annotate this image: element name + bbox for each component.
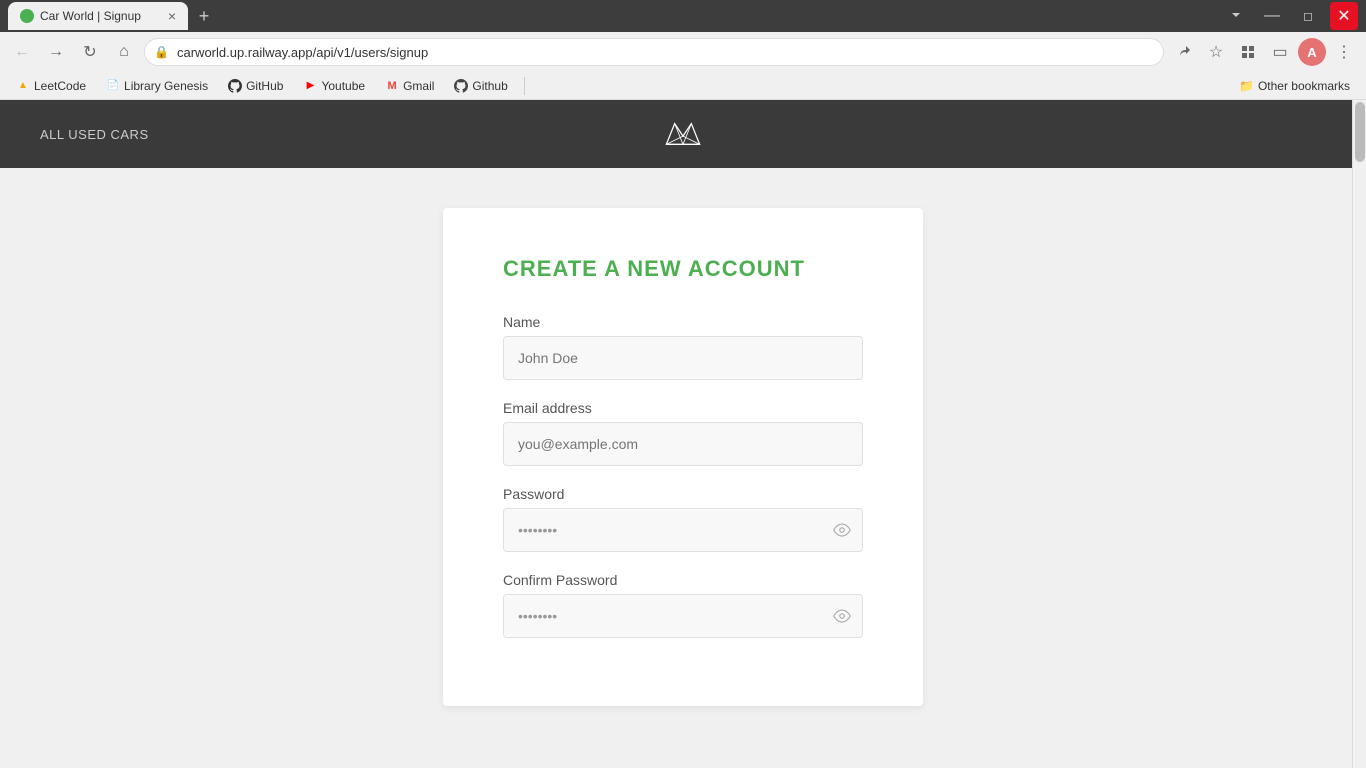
github-favicon bbox=[228, 79, 242, 93]
toolbar-icons: ☆ ▭ A ⋮ bbox=[1170, 38, 1358, 66]
email-field-group: Email address bbox=[503, 400, 863, 466]
signup-form-card: CREATE A NEW ACCOUNT Name Email address … bbox=[443, 208, 923, 706]
bookmark-leetcode[interactable]: ▲ LeetCode bbox=[8, 77, 94, 95]
bookmark-leetcode-label: LeetCode bbox=[34, 79, 86, 93]
app-header: ALL USED CARS bbox=[0, 100, 1366, 168]
maximize-button[interactable]: ◻ bbox=[1294, 2, 1322, 30]
lock-icon: 🔒 bbox=[154, 45, 169, 59]
scrollbar[interactable] bbox=[1352, 100, 1366, 768]
other-bookmarks-icon: 📁 bbox=[1239, 79, 1254, 93]
password-input[interactable] bbox=[503, 508, 863, 552]
name-field-group: Name bbox=[503, 314, 863, 380]
bookmark-github[interactable]: GitHub bbox=[220, 77, 291, 95]
password-field-group: Password bbox=[503, 486, 863, 552]
other-bookmarks-label: Other bookmarks bbox=[1258, 79, 1350, 93]
scrollbar-thumb[interactable] bbox=[1355, 102, 1365, 162]
eye-icon bbox=[833, 521, 851, 539]
bookmark-github2-label: Github bbox=[472, 79, 507, 93]
bookmark-library-genesis-label: Library Genesis bbox=[124, 79, 208, 93]
confirm-password-toggle-button[interactable] bbox=[833, 607, 851, 625]
password-toggle-button[interactable] bbox=[833, 521, 851, 539]
confirm-password-wrapper bbox=[503, 594, 863, 638]
extensions-button[interactable] bbox=[1234, 38, 1262, 66]
app-logo bbox=[658, 114, 708, 154]
password-wrapper bbox=[503, 508, 863, 552]
crown-logo-svg bbox=[658, 114, 708, 154]
bookmark-youtube-label: Youtube bbox=[321, 79, 365, 93]
address-bar-row: ← → ↻ ⌂ 🔒 ☆ ▭ A ⋮ bbox=[0, 32, 1366, 72]
github2-favicon bbox=[454, 79, 468, 93]
confirm-password-label: Confirm Password bbox=[503, 572, 863, 588]
window-controls: — ◻ ✕ bbox=[1222, 2, 1358, 30]
youtube-favicon: ▶ bbox=[303, 79, 317, 93]
bookmark-github2[interactable]: Github bbox=[446, 77, 515, 95]
bookmark-star-button[interactable]: ☆ bbox=[1202, 38, 1230, 66]
new-tab-button[interactable]: + bbox=[192, 4, 216, 28]
tab-bar: Car World | Signup × + bbox=[8, 2, 1222, 30]
sidebar-toggle-button[interactable]: ▭ bbox=[1266, 38, 1294, 66]
close-window-button[interactable]: ✕ bbox=[1330, 2, 1358, 30]
confirm-password-input[interactable] bbox=[503, 594, 863, 638]
library-genesis-favicon: 📄 bbox=[106, 79, 120, 93]
other-bookmarks-button[interactable]: 📁 Other bookmarks bbox=[1231, 77, 1358, 95]
bookmark-gmail[interactable]: M Gmail bbox=[377, 77, 442, 95]
email-label: Email address bbox=[503, 400, 863, 416]
all-used-cars-link[interactable]: ALL USED CARS bbox=[40, 127, 149, 142]
chrome-menu-button[interactable]: ⋮ bbox=[1330, 38, 1358, 66]
active-tab[interactable]: Car World | Signup × bbox=[8, 2, 188, 30]
form-title: CREATE A NEW ACCOUNT bbox=[503, 256, 863, 282]
address-box: 🔒 bbox=[144, 38, 1164, 66]
minimize-button[interactable]: — bbox=[1258, 2, 1286, 30]
tab-favicon bbox=[20, 9, 34, 23]
profile-avatar[interactable]: A bbox=[1298, 38, 1326, 66]
gmail-favicon: M bbox=[385, 79, 399, 93]
tab-close-button[interactable]: × bbox=[168, 8, 176, 24]
bookmarks-separator bbox=[524, 77, 525, 95]
browser-titlebar: Car World | Signup × + — ◻ ✕ bbox=[0, 0, 1366, 32]
bookmarks-bar: ▲ LeetCode 📄 Library Genesis GitHub ▶ Yo… bbox=[0, 72, 1366, 100]
email-input[interactable] bbox=[503, 422, 863, 466]
name-label: Name bbox=[503, 314, 863, 330]
leetcode-favicon: ▲ bbox=[16, 79, 30, 93]
password-label: Password bbox=[503, 486, 863, 502]
profile-dropdown-button[interactable] bbox=[1222, 2, 1250, 30]
home-button[interactable]: ⌂ bbox=[110, 38, 138, 66]
app-main: CREATE A NEW ACCOUNT Name Email address … bbox=[0, 168, 1366, 768]
confirm-password-field-group: Confirm Password bbox=[503, 572, 863, 638]
bookmark-youtube[interactable]: ▶ Youtube bbox=[295, 77, 373, 95]
bookmark-gmail-label: Gmail bbox=[403, 79, 434, 93]
bookmark-github-label: GitHub bbox=[246, 79, 283, 93]
reload-button[interactable]: ↻ bbox=[76, 38, 104, 66]
share-button[interactable] bbox=[1170, 38, 1198, 66]
bookmark-library-genesis[interactable]: 📄 Library Genesis bbox=[98, 77, 216, 95]
forward-button[interactable]: → bbox=[42, 38, 70, 66]
back-button[interactable]: ← bbox=[8, 38, 36, 66]
name-input[interactable] bbox=[503, 336, 863, 380]
eye-icon-confirm bbox=[833, 607, 851, 625]
tab-title: Car World | Signup bbox=[40, 9, 141, 23]
address-input[interactable] bbox=[144, 38, 1164, 66]
